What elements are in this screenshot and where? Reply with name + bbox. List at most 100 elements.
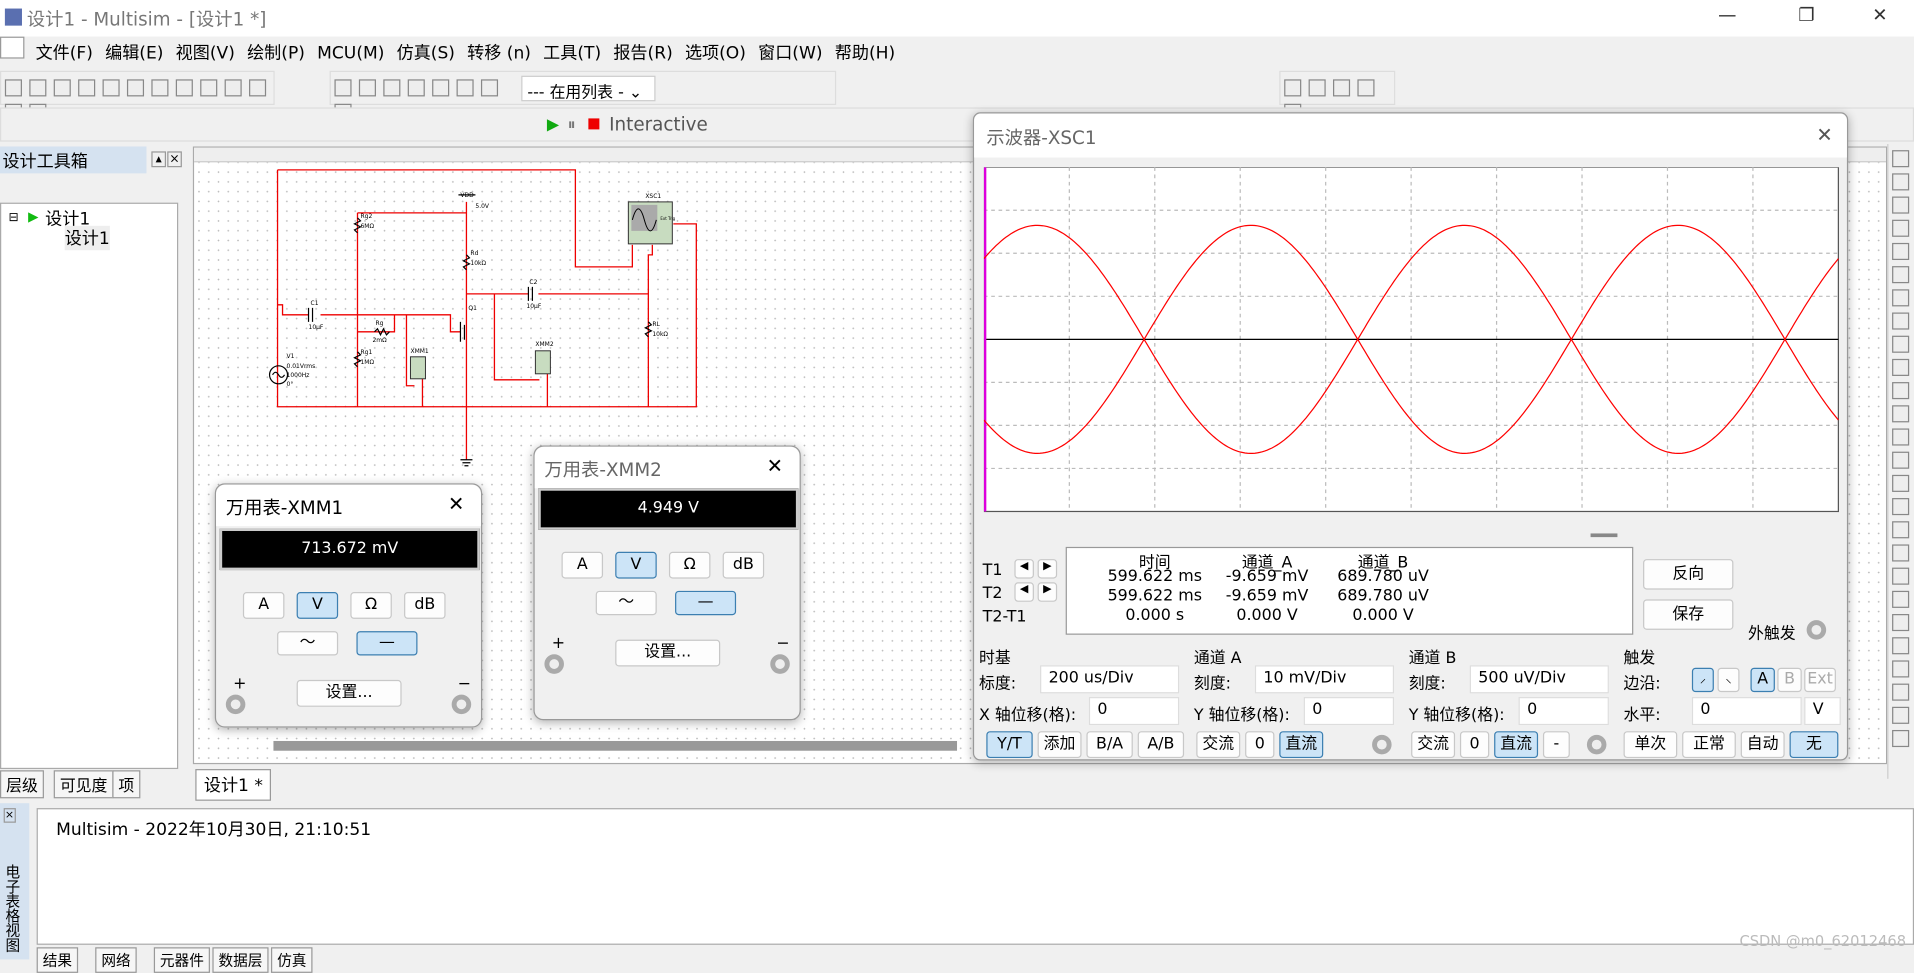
channel_b-button-3[interactable]: -: [1542, 731, 1570, 759]
trigger-source-2[interactable]: Ext: [1804, 667, 1836, 693]
run-button[interactable]: ▶: [547, 116, 559, 134]
instrument-icon[interactable]: [1892, 312, 1910, 330]
menu-item[interactable]: MCU(M): [311, 40, 390, 67]
ext-trigger-terminal[interactable]: [1806, 620, 1827, 640]
timebase-button-2[interactable]: B/A: [1086, 731, 1133, 759]
horizontal-scrollbar[interactable]: [273, 740, 958, 751]
restore-button[interactable]: ❐: [1782, 4, 1831, 26]
tab-design1[interactable]: 设计1 *: [195, 769, 272, 801]
instrument-icon[interactable]: [1892, 335, 1910, 353]
ac-button[interactable]: ～: [277, 631, 339, 656]
channel_a-button-0[interactable]: 交流: [1196, 731, 1241, 759]
mode-button-3[interactable]: dB: [404, 592, 446, 619]
toolbar-button-icon[interactable]: [224, 79, 242, 97]
save-button[interactable]: 保存: [1643, 599, 1734, 630]
plus-terminal[interactable]: [544, 654, 564, 674]
menu-item[interactable]: 仿真(S): [391, 37, 462, 69]
instrument-icon[interactable]: [1892, 382, 1910, 400]
channel_a-button-1[interactable]: 0: [1245, 731, 1275, 759]
channel_b-position-input[interactable]: 0: [1518, 697, 1609, 726]
instrument-icon[interactable]: [1892, 706, 1910, 724]
menu-item[interactable]: 绘制(P): [241, 37, 311, 69]
menu-item[interactable]: 转移 (n): [461, 37, 537, 69]
log-tab[interactable]: 网络: [95, 947, 137, 973]
instrument-icon[interactable]: [1892, 219, 1910, 237]
rising-edge-button[interactable]: ⸝: [1691, 667, 1714, 693]
dc-button[interactable]: —: [675, 590, 737, 616]
toolbar-button-icon[interactable]: [249, 79, 267, 97]
log-tab[interactable]: 结果: [36, 947, 79, 973]
menu-item[interactable]: 窗口(W): [752, 37, 829, 69]
in-use-list-dropdown[interactable]: --- 在用列表 - ⌄: [521, 75, 656, 103]
timebase-scale-input[interactable]: 200 us/Div: [1040, 665, 1180, 694]
settings-button[interactable]: 设置...: [615, 639, 721, 667]
mode-button-2[interactable]: Ω: [350, 592, 392, 619]
menu-item[interactable]: 文件(F): [29, 37, 99, 69]
channel_a-position-input[interactable]: 0: [1303, 697, 1395, 726]
menu-item[interactable]: 报告(R): [607, 37, 679, 69]
instrument-icon[interactable]: [1892, 660, 1910, 678]
tree-child[interactable]: 设计1: [64, 225, 110, 251]
minus-terminal[interactable]: [451, 694, 472, 715]
instrument-icon[interactable]: [1892, 266, 1910, 284]
close-log-button[interactable]: ×: [3, 808, 16, 823]
timebase-button-0[interactable]: Y/T: [986, 731, 1033, 759]
mode-button-1[interactable]: V: [296, 592, 339, 619]
reverse-button[interactable]: 反向: [1643, 559, 1734, 590]
trigger-level-input[interactable]: 0: [1691, 697, 1802, 726]
toolbar-button-icon[interactable]: [29, 79, 47, 97]
channel_b-button-0[interactable]: 交流: [1411, 731, 1456, 759]
toolbar-button-icon[interactable]: [456, 79, 474, 97]
instrument-icon[interactable]: [1892, 544, 1910, 562]
menu-item[interactable]: 工具(T): [537, 37, 607, 69]
timebase-position-input[interactable]: 0: [1088, 697, 1180, 726]
toolbar-button-icon[interactable]: [480, 79, 499, 97]
toolbar-button-icon[interactable]: [383, 79, 401, 97]
mode-button-1[interactable]: V: [615, 551, 657, 579]
toolbar-button-icon[interactable]: [151, 79, 169, 97]
close-toolbox-button[interactable]: ×: [167, 151, 182, 168]
stop-button[interactable]: [588, 118, 600, 130]
toolbar-button-icon[interactable]: [358, 79, 376, 97]
minimize-button[interactable]: —: [1703, 4, 1752, 26]
instrument-icon[interactable]: [1892, 289, 1910, 307]
instrument-icon[interactable]: [1892, 521, 1910, 539]
channel_b-button-1[interactable]: 0: [1459, 731, 1490, 759]
toolbox-tab[interactable]: 层级: [0, 770, 44, 799]
channel_b-button-2[interactable]: 直流: [1494, 731, 1539, 759]
toolbox-tab[interactable]: 项: [112, 770, 141, 799]
instrument-icon[interactable]: [1892, 358, 1910, 376]
instrument-icon[interactable]: [1892, 242, 1910, 261]
close-button[interactable]: ✕: [1855, 4, 1904, 26]
instrument-icon[interactable]: [1892, 451, 1910, 469]
instrument-icon[interactable]: [1892, 637, 1910, 655]
instrument-icon[interactable]: [1892, 729, 1910, 748]
trigger-level-unit[interactable]: V: [1804, 697, 1841, 726]
trigger-mode-0[interactable]: 单次: [1623, 731, 1678, 759]
toolbar-button-icon[interactable]: [126, 79, 145, 97]
trigger-mode-3[interactable]: 无: [1789, 731, 1839, 759]
log-tab[interactable]: 元器件: [153, 947, 210, 973]
toolbar-button-icon[interactable]: [53, 79, 71, 97]
collapse-icon[interactable]: ⊟: [9, 211, 19, 224]
channel_a-terminal[interactable]: [1372, 734, 1392, 755]
instrument-icon[interactable]: [1892, 150, 1910, 168]
toolbar-button-icon[interactable]: [1284, 79, 1302, 97]
meter-close-button[interactable]: ✕: [448, 492, 464, 515]
trigger-mode-1[interactable]: 正常: [1682, 731, 1736, 759]
toolbar-button-icon[interactable]: [432, 79, 450, 97]
resize-handle[interactable]: [1590, 533, 1618, 538]
ac-button[interactable]: ～: [595, 590, 657, 616]
trigger-source-1[interactable]: B: [1777, 667, 1802, 693]
scope-screen[interactable]: [983, 167, 1840, 514]
timebase-button-3[interactable]: A/B: [1137, 731, 1185, 759]
instrument-icon[interactable]: [1892, 590, 1910, 608]
instrument-icon[interactable]: [1892, 498, 1910, 516]
channel_a-button-2[interactable]: 直流: [1279, 731, 1324, 759]
pause-button[interactable]: ⏸: [568, 116, 576, 134]
instrument-icon[interactable]: [1892, 428, 1910, 446]
toolbar-button-icon[interactable]: [1333, 79, 1351, 97]
collapse-button[interactable]: ▴: [151, 151, 167, 168]
toolbar-button-icon[interactable]: [334, 79, 352, 97]
toolbar-button-icon[interactable]: [4, 79, 22, 97]
